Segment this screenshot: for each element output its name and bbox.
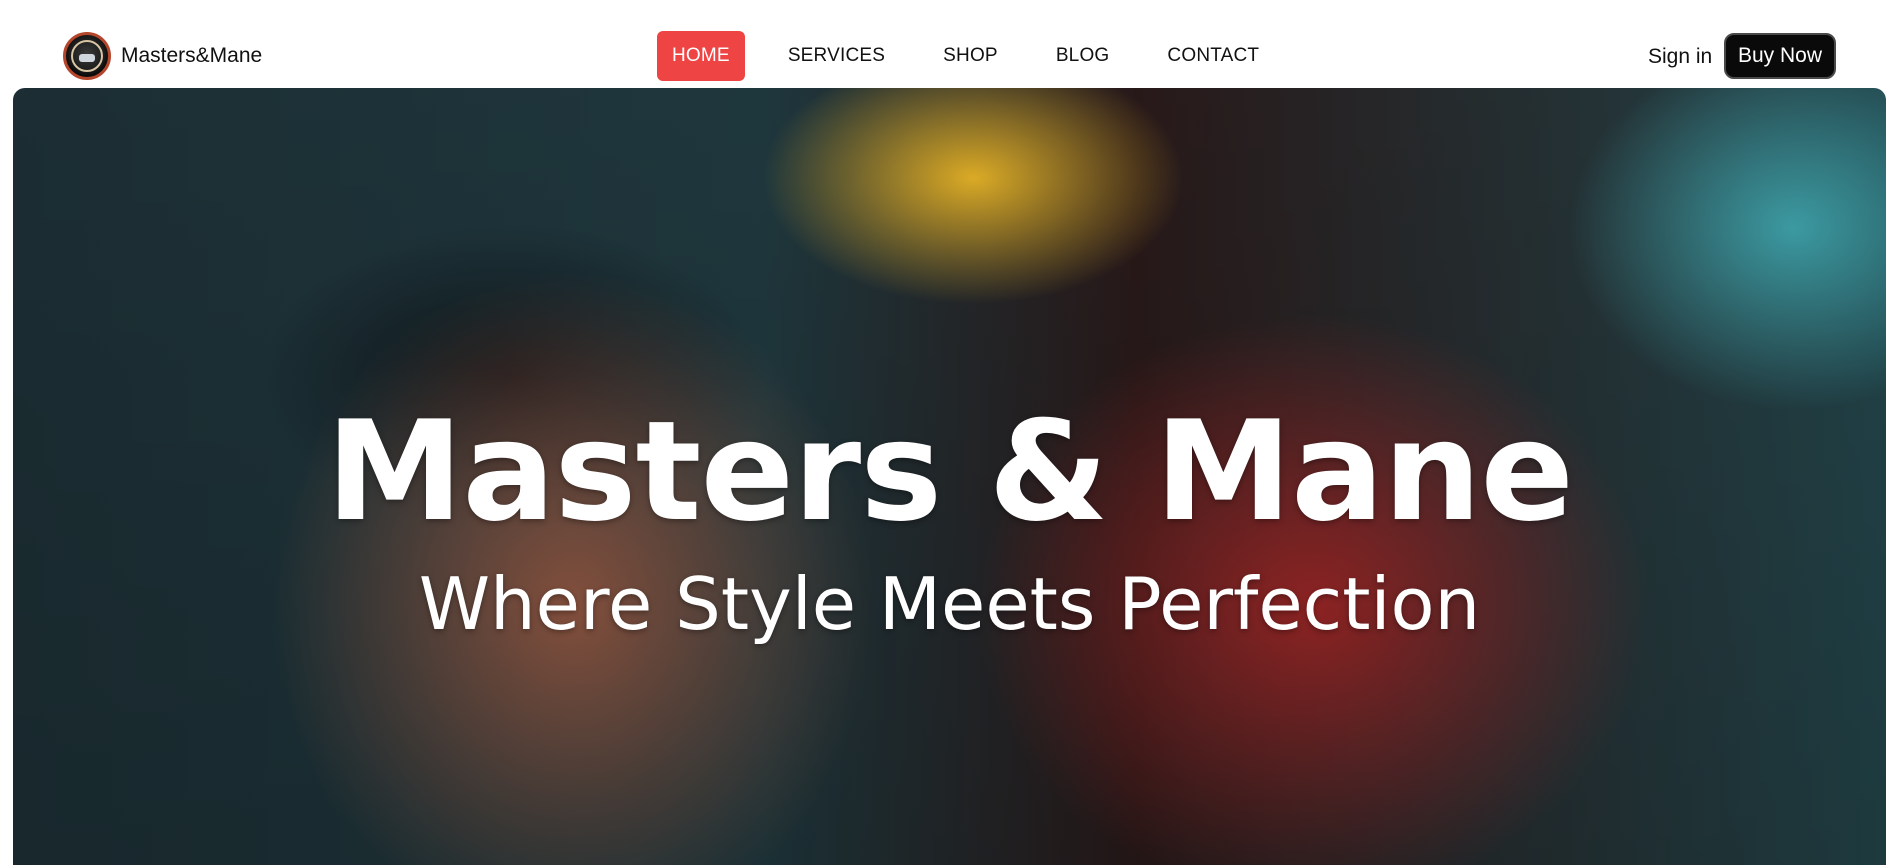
nav-item-home[interactable]: HOME bbox=[657, 31, 745, 81]
barber-logo-icon bbox=[63, 32, 111, 80]
nav-item-shop[interactable]: SHOP bbox=[928, 31, 1013, 81]
site-header: Masters&Mane HOME SERVICES SHOP BLOG CON… bbox=[0, 0, 1899, 88]
nav-item-contact[interactable]: CONTACT bbox=[1152, 31, 1274, 81]
main-nav: HOME SERVICES SHOP BLOG CONTACT bbox=[657, 31, 1302, 81]
buy-now-button[interactable]: Buy Now bbox=[1724, 33, 1836, 79]
nav-item-blog[interactable]: BLOG bbox=[1041, 31, 1125, 81]
hero-title: Masters & Mane bbox=[325, 391, 1574, 552]
brand-name: Masters&Mane bbox=[121, 44, 263, 67]
hero-banner: Masters & Mane Where Style Meets Perfect… bbox=[13, 88, 1886, 865]
hero-subtitle: Where Style Meets Perfection bbox=[418, 562, 1481, 646]
nav-item-services[interactable]: SERVICES bbox=[773, 31, 900, 81]
brand-home-link[interactable]: Masters&Mane bbox=[63, 32, 262, 80]
sign-in-link[interactable]: Sign in bbox=[1648, 45, 1712, 69]
